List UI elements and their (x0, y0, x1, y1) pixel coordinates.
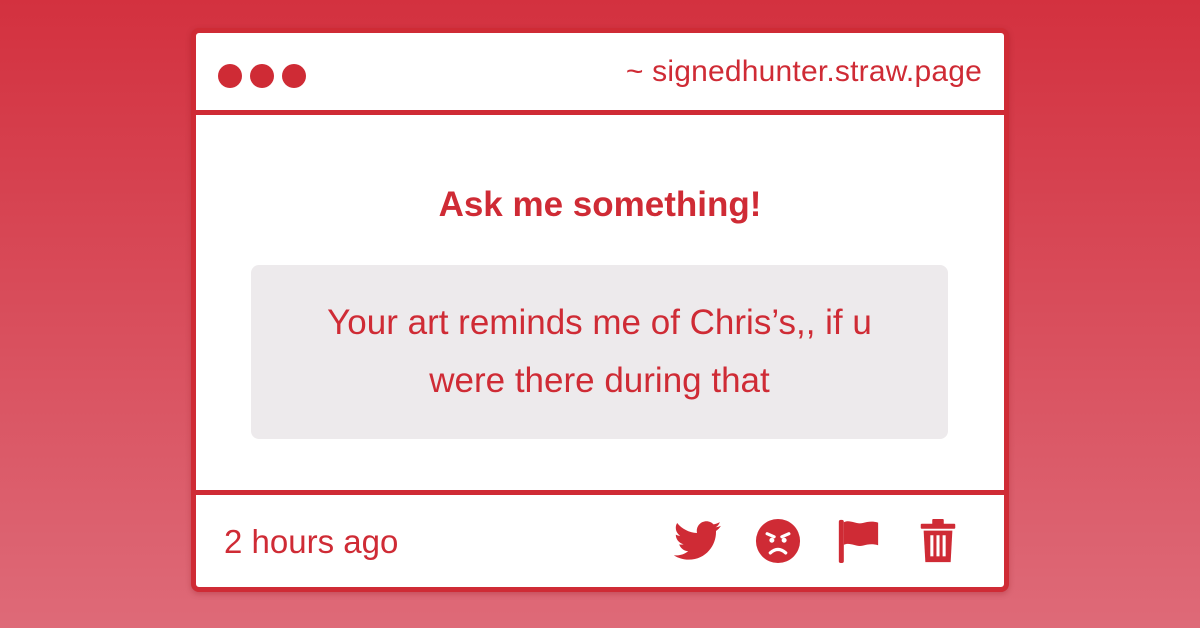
report-button[interactable] (834, 517, 882, 565)
twitter-icon (674, 521, 722, 560)
page-title: Ask me something! (438, 185, 762, 224)
window-dot-3 (282, 64, 306, 88)
delete-button[interactable] (914, 517, 962, 565)
window-controls (218, 64, 306, 88)
card-footer: 2 hours ago (196, 490, 1004, 587)
window-dot-2 (250, 64, 274, 88)
flag-icon (838, 519, 879, 564)
question-box: Your art reminds me of Chris’s,, if u we… (251, 265, 948, 439)
action-bar (674, 517, 962, 565)
page-url: ~ signedhunter.straw.page (625, 55, 982, 88)
share-twitter-button[interactable] (674, 517, 722, 565)
window-dot-1 (218, 64, 242, 88)
timestamp: 2 hours ago (224, 523, 399, 560)
trash-icon (920, 518, 956, 563)
react-angry-button[interactable] (754, 517, 802, 565)
window-titlebar: ~ signedhunter.straw.page (196, 33, 1004, 115)
question-content: Ask me something! Your art reminds me of… (196, 115, 1004, 495)
angry-face-icon (755, 518, 801, 564)
question-card: ~ signedhunter.straw.page Ask me somethi… (191, 28, 1009, 592)
question-text: Your art reminds me of Chris’s,, if u we… (327, 303, 872, 400)
